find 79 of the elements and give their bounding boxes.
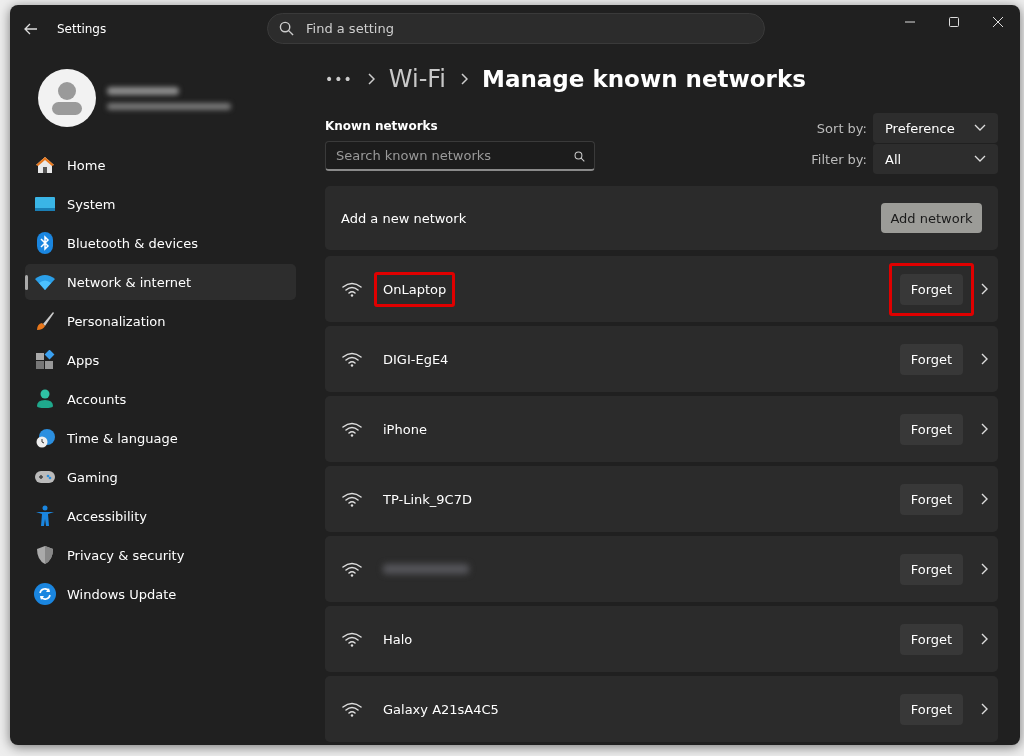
nav-item[interactable]: Gaming <box>25 459 296 495</box>
network-name: DIGI-EgE4 <box>383 351 449 367</box>
search-icon <box>279 21 294 36</box>
chevron-right-icon[interactable] <box>980 633 988 645</box>
network-name: Galaxy A21sA4C5 <box>383 701 499 717</box>
network-row[interactable]: DIGI-EgE4 Forget <box>325 326 998 392</box>
nav-item[interactable]: System <box>25 186 296 222</box>
forget-button[interactable]: Forget <box>900 273 963 305</box>
chevron-right-icon[interactable] <box>980 493 988 505</box>
add-network-button[interactable]: Add network <box>881 203 982 233</box>
filter-label: Filter by: <box>811 151 867 167</box>
chevron-right-icon[interactable] <box>980 423 988 435</box>
network-row[interactable]: iPhone Forget <box>325 396 998 462</box>
wifi-icon <box>342 281 362 297</box>
chevron-down-icon <box>974 124 986 132</box>
update-icon <box>34 583 56 605</box>
forget-button[interactable]: Forget <box>900 553 963 585</box>
gamepad-icon <box>34 469 56 485</box>
more-breadcrumb[interactable]: ••• <box>325 71 353 87</box>
section-heading: Known networks <box>325 119 439 133</box>
accessibility-icon <box>35 505 55 527</box>
sort-label: Sort by: <box>815 120 867 136</box>
wifi-icon <box>34 274 56 290</box>
paintbrush-icon <box>35 311 55 331</box>
nav-item[interactable]: Privacy & security <box>25 537 296 573</box>
avatar-icon[interactable] <box>38 69 96 127</box>
nav-item[interactable]: Time & language <box>25 420 296 456</box>
monitor-icon <box>35 196 55 212</box>
forget-button[interactable]: Forget <box>900 623 963 655</box>
nav-item[interactable]: Personalization <box>25 303 296 339</box>
home-icon <box>35 155 55 175</box>
chevron-right-icon[interactable] <box>980 563 988 575</box>
bluetooth-icon <box>37 232 53 254</box>
search-icon <box>574 151 585 162</box>
network-name: iPhone <box>383 421 427 437</box>
nav-item[interactable]: Apps <box>25 342 296 378</box>
chevron-right-icon[interactable] <box>980 353 988 365</box>
wifi-icon <box>342 491 362 507</box>
nav-item[interactable]: Windows Update <box>25 576 296 612</box>
window-title: Settings <box>57 22 107 36</box>
network-row[interactable]: OnLaptop Forget <box>325 256 998 322</box>
globe-clock-icon <box>35 428 55 448</box>
apps-icon <box>35 350 55 370</box>
nav-item[interactable]: Network & internet <box>25 264 296 300</box>
wifi-icon <box>342 701 362 717</box>
forget-button[interactable]: Forget <box>900 343 963 375</box>
filter-dropdown[interactable]: All <box>873 144 998 174</box>
wifi-icon <box>342 631 362 647</box>
network-row[interactable]: TP-Link_9C7D Forget <box>325 466 998 532</box>
chevron-right-icon[interactable] <box>980 703 988 715</box>
back-arrow-icon[interactable] <box>24 23 38 35</box>
network-name: Halo <box>383 631 413 647</box>
network-row[interactable]: Galaxy A21sA4C5 Forget <box>325 676 998 742</box>
chevron-right-icon[interactable] <box>980 283 988 295</box>
chevron-right-icon <box>460 73 469 85</box>
network-row[interactable]: Forget <box>325 536 998 602</box>
search-field[interactable]: Search known networks <box>325 141 595 171</box>
nav-item[interactable]: Accessibility <box>25 498 296 534</box>
breadcrumb-link[interactable]: Wi-Fi <box>388 65 447 93</box>
add-network-label: Add a new network <box>341 210 467 226</box>
forget-button[interactable]: Forget <box>900 483 963 515</box>
forget-button[interactable]: Forget <box>900 693 963 725</box>
sort-dropdown[interactable]: Preference <box>873 113 998 143</box>
nav-item[interactable]: Home <box>25 147 296 183</box>
chevron-right-icon <box>366 73 375 85</box>
chevron-down-icon <box>974 155 986 163</box>
person-icon <box>35 389 55 409</box>
page-title: Manage known networks <box>482 66 806 92</box>
nav-item[interactable]: Accounts <box>25 381 296 417</box>
wifi-icon <box>342 561 362 577</box>
network-name: TP-Link_9C7D <box>383 491 472 507</box>
search-field[interactable]: Find a setting <box>267 13 765 44</box>
shield-icon <box>36 545 54 565</box>
nav-item[interactable]: Bluetooth & devices <box>25 225 296 261</box>
wifi-icon <box>342 421 362 437</box>
network-name: OnLaptop <box>383 281 447 297</box>
wifi-icon <box>342 351 362 367</box>
forget-button[interactable]: Forget <box>900 413 963 445</box>
network-row[interactable]: Halo Forget <box>325 606 998 672</box>
